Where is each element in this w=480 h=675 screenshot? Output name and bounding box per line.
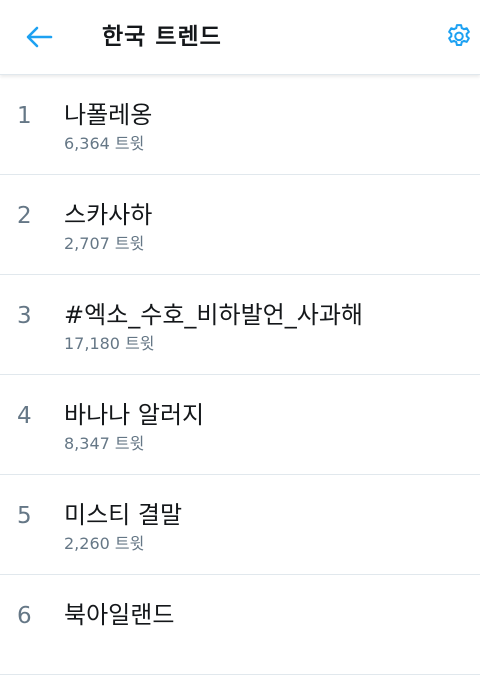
trend-tweet-count: 8,347 트윗 <box>64 434 145 453</box>
trend-name: 나폴레옹 <box>64 101 153 129</box>
gear-icon <box>448 24 470 46</box>
trend-name: 스카사하 <box>64 201 153 229</box>
trend-item[interactable]: 3 #엑소_수호_비하발언_사과해 17,180 트윗 <box>0 275 480 375</box>
trend-name: 바나나 알러지 <box>64 401 205 429</box>
trend-item[interactable]: 5 미스티 결말 2,260 트윗 <box>0 475 480 575</box>
trends-list: 1 나폴레옹 6,364 트윗 2 스카사하 2,707 트윗 3 #엑소_수호… <box>0 75 480 675</box>
trend-rank: 1 <box>17 103 32 129</box>
back-button[interactable] <box>22 22 56 52</box>
trend-tweet-count: 2,260 트윗 <box>64 534 145 553</box>
top-app-bar: 한국 트렌드 <box>0 0 480 75</box>
settings-button[interactable] <box>442 20 476 54</box>
trend-rank: 5 <box>17 503 32 529</box>
trend-item[interactable]: 2 스카사하 2,707 트윗 <box>0 175 480 275</box>
trend-rank: 2 <box>17 203 32 229</box>
page-title: 한국 트렌드 <box>102 24 222 50</box>
trend-tweet-count: 6,364 트윗 <box>64 134 145 153</box>
trend-rank: 6 <box>17 603 32 629</box>
trend-rank: 3 <box>17 303 32 329</box>
trend-item[interactable]: 6 북아일랜드 <box>0 575 480 675</box>
arrow-left-icon <box>26 26 53 48</box>
trend-item[interactable]: 4 바나나 알러지 8,347 트윗 <box>0 375 480 475</box>
trend-name: 미스티 결말 <box>64 501 183 529</box>
trend-tweet-count: 17,180 트윗 <box>64 334 155 353</box>
trend-name: 북아일랜드 <box>64 601 175 629</box>
trend-tweet-count: 2,707 트윗 <box>64 234 145 253</box>
trend-rank: 4 <box>17 403 32 429</box>
trend-item[interactable]: 1 나폴레옹 6,364 트윗 <box>0 75 480 175</box>
trend-name: #엑소_수호_비하발언_사과해 <box>64 301 363 329</box>
